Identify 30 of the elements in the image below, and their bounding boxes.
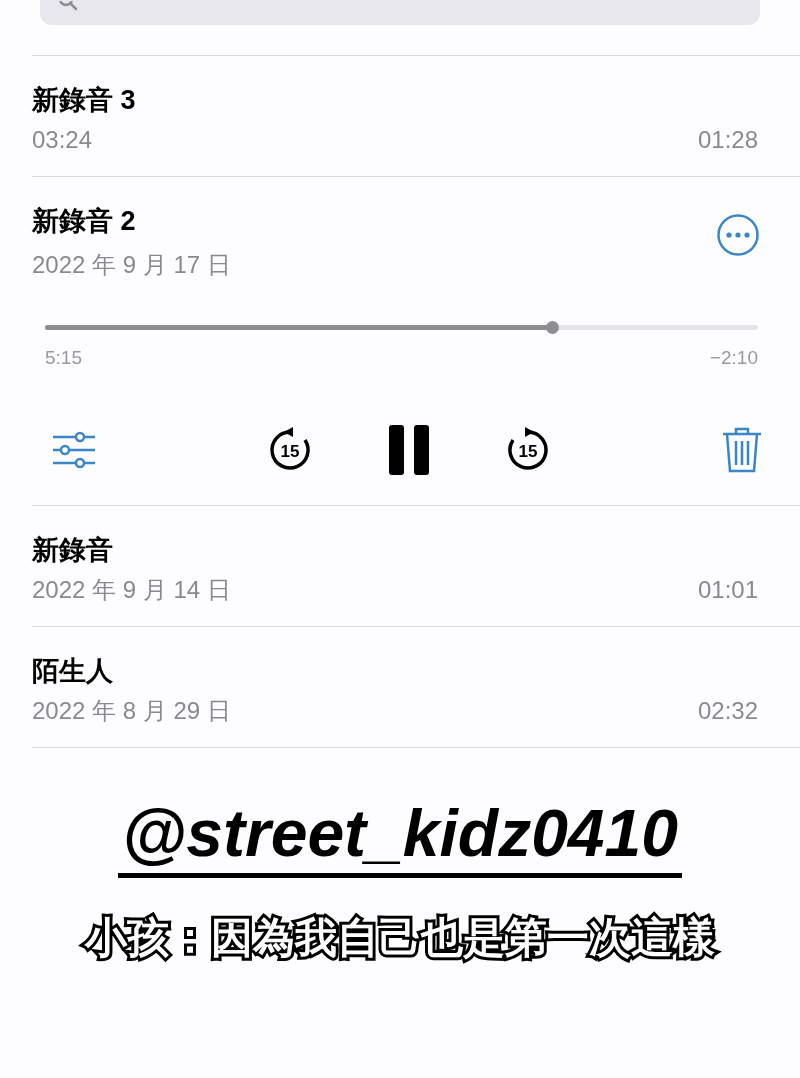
recording-title: 陌生人 <box>32 654 113 688</box>
recording-row[interactable]: 陌生人 2022 年 8 月 29 日 02:32 <box>32 626 800 748</box>
recording-duration: 02:32 <box>697 695 758 726</box>
recording-row[interactable]: 新錄音 3 03:24 01:28 <box>32 56 800 177</box>
handle-caption: @street_kidz0410 <box>118 792 682 878</box>
recording-duration: 01:01 <box>697 574 758 605</box>
more-icon <box>716 213 760 257</box>
pause-button[interactable] <box>389 424 429 475</box>
more-button[interactable] <box>716 213 760 257</box>
skip-forward-button[interactable]: 15 <box>505 426 551 473</box>
subtitle-caption: 小孩：因為我自己也是第一次這樣 <box>77 903 723 972</box>
recording-title: 新錄音 2 <box>32 205 137 238</box>
elapsed-time: 5:15 <box>45 346 82 370</box>
sliders-icon <box>52 430 96 469</box>
recording-row[interactable]: 新錄音 2022 年 9 月 14 日 01:01 <box>32 505 800 627</box>
recording-date: 2022 年 9 月 17 日 <box>32 250 231 280</box>
recording-date: 2022 年 8 月 29 日 <box>32 695 231 726</box>
options-button[interactable] <box>52 430 96 469</box>
recording-title: 新錄音 3 <box>32 84 136 117</box>
progress-thumb[interactable] <box>545 321 559 334</box>
recording-date: 03:24 <box>32 125 93 155</box>
recording-row[interactable]: 新錄音 2 2022 年 9 月 17 日 5:15 −2:10 15 15 <box>32 177 800 506</box>
search-icon <box>58 1 78 11</box>
skip-back-button[interactable]: 15 <box>267 426 313 473</box>
trash-icon <box>722 425 762 474</box>
delete-button[interactable] <box>722 425 762 474</box>
recording-duration: 01:28 <box>697 125 758 155</box>
remaining-time: −2:10 <box>709 346 758 370</box>
recording-date: 2022 年 9 月 14 日 <box>32 574 231 605</box>
recording-title: 新錄音 <box>32 533 113 567</box>
